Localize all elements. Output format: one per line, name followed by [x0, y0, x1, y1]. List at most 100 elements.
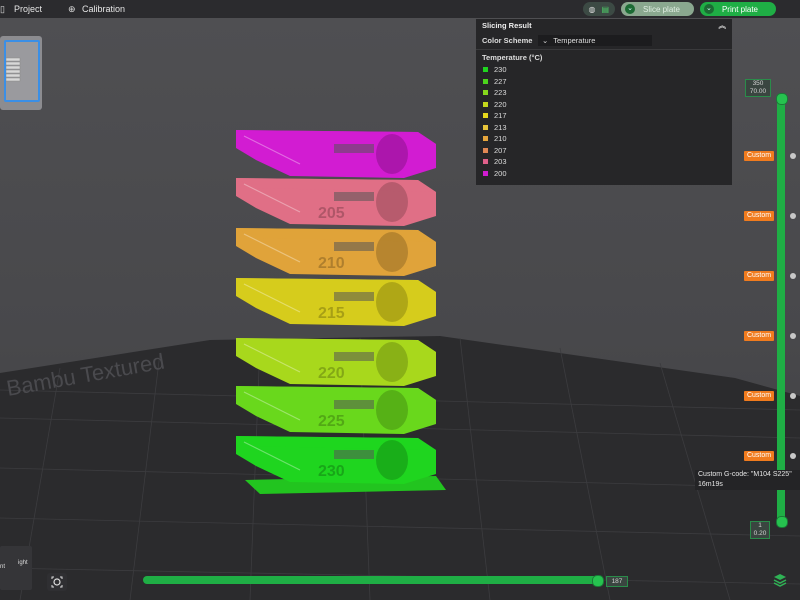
legend-swatch	[483, 101, 488, 107]
legend-label: 207	[494, 145, 507, 155]
layer-slider-bottom-handle[interactable]	[776, 516, 788, 528]
legend-swatch	[483, 124, 488, 130]
color-scheme-select[interactable]: ⌄ Temperature	[538, 34, 652, 46]
move-slider-value: 187	[606, 576, 628, 587]
layer-top-height: 70.00	[749, 88, 767, 95]
folder-icon: ▯	[0, 3, 5, 14]
legend-swatch	[483, 90, 488, 96]
layer-slider[interactable]	[777, 96, 785, 524]
tower-temp-label: 215	[318, 305, 345, 322]
tower-temp-label: 225	[318, 413, 345, 430]
legend-title: Temperature (°C)	[482, 53, 543, 62]
top-toolbar: ▯ Project ⊕ Calibration ◍ ▤ ⌄ Slice plat…	[0, 0, 800, 18]
custom-gcode-tick[interactable]	[790, 333, 796, 339]
layer-slider-top-handle[interactable]	[776, 93, 788, 105]
custom-gcode-tick[interactable]	[790, 453, 796, 459]
layer-bottom-readout: 1 0.20	[750, 521, 770, 539]
layer-bottom-number: 1	[758, 522, 762, 529]
custom-gcode-marker[interactable]: Custom	[744, 451, 774, 461]
layer-top-number: 350	[752, 80, 764, 87]
tower-block: 215	[236, 278, 436, 326]
custom-gcode-marker[interactable]: Custom	[744, 331, 774, 341]
legend-label: 223	[494, 88, 507, 98]
custom-gcode-tick[interactable]	[790, 213, 796, 219]
custom-gcode-marker[interactable]: Custom	[744, 211, 774, 221]
tower-block: 210	[236, 228, 436, 276]
calibration-icon: ⊕	[68, 3, 76, 14]
tooltip-time: 16m19s	[698, 480, 723, 488]
color-scheme-row: Color Scheme ⌄ Temperature	[476, 33, 732, 47]
legend-label: 230	[494, 65, 507, 75]
zoom-fit-button[interactable]	[47, 573, 67, 591]
legend-swatch	[483, 170, 488, 176]
layer-top-readout: 350 70.00	[745, 79, 771, 97]
legend-label: 227	[494, 76, 507, 86]
legend-item: 200	[476, 168, 732, 180]
custom-gcode-marker[interactable]: Custom	[744, 391, 774, 401]
layers-icon[interactable]	[772, 572, 788, 588]
color-scheme-label: Color Scheme	[482, 35, 533, 45]
menu-project-label: Project	[14, 4, 43, 14]
legend-item: 210	[476, 133, 732, 145]
panel-header[interactable]: Slicing Result ︽	[476, 19, 732, 33]
color-scheme-value: Temperature	[553, 35, 596, 45]
custom-gcode-tick[interactable]	[790, 393, 796, 399]
legend-item: 227	[476, 76, 732, 88]
tower-temp-label: 230	[318, 463, 345, 480]
model-thumbnail-icon	[5, 57, 21, 82]
view-toggle[interactable]: ◍ ▤	[582, 2, 616, 16]
plate-icon: ▤	[601, 4, 610, 14]
tower-temp-label: 220	[318, 365, 345, 382]
menu-calibration-label: Calibration	[82, 4, 126, 14]
tooltip-gcode: Custom G-code: "M104 S225"	[698, 471, 792, 478]
panel-title: Slicing Result	[482, 21, 532, 30]
legend-label: 217	[494, 111, 507, 121]
print-plate-button[interactable]: ⌄ Print plate	[699, 2, 776, 16]
tower-block	[236, 130, 436, 178]
legend-swatch	[483, 147, 488, 153]
legend-item: 220	[476, 99, 732, 111]
custom-gcode-marker[interactable]: Custom	[744, 271, 774, 281]
legend-swatch	[483, 159, 488, 165]
temperature-tower-model[interactable]: 230 225 220 215 210 205	[236, 130, 446, 494]
slicing-result-panel: Slicing Result ︽ Color Scheme ⌄ Temperat…	[476, 19, 732, 185]
panel-divider	[476, 49, 732, 50]
legend-item: 203	[476, 156, 732, 168]
plate-thumbnail-selected	[4, 40, 40, 102]
orientation-cube[interactable]: nt ight	[0, 546, 32, 590]
tower-block: 205	[236, 178, 436, 226]
legend-label: 200	[494, 168, 507, 178]
legend-swatch	[483, 113, 488, 119]
move-slider[interactable]	[143, 576, 599, 584]
move-slider-handle[interactable]	[592, 575, 604, 587]
slice-plate-button[interactable]: ⌄ Slice plate	[621, 2, 694, 16]
chevron-down-icon: ⌄	[625, 4, 636, 14]
legend-item: 217	[476, 110, 732, 122]
gcode-tooltip: Custom G-code: "M104 S225" 16m19s	[695, 470, 800, 490]
chevron-down-icon: ⌄	[703, 4, 714, 14]
custom-gcode-tick[interactable]	[790, 273, 796, 279]
preview-icon: ◍	[588, 4, 596, 14]
custom-gcode-tick[interactable]	[790, 153, 796, 159]
legend-item: 223	[476, 87, 732, 99]
legend-item: 207	[476, 145, 732, 157]
menu-project[interactable]: ▯ Project	[0, 4, 42, 14]
legend-label: 220	[494, 99, 507, 109]
orient-face-right: ight	[18, 560, 28, 566]
menu-calibration[interactable]: ⊕ Calibration	[68, 4, 125, 14]
custom-gcode-marker[interactable]: Custom	[744, 151, 774, 161]
layer-bottom-height: 0.20	[753, 530, 767, 537]
orient-face-front: nt	[0, 564, 6, 570]
legend-item: 213	[476, 122, 732, 134]
legend-label: 210	[494, 134, 507, 144]
legend-item: 230	[476, 64, 732, 76]
tower-temp-label: 205	[318, 205, 345, 222]
plate-thumbnail[interactable]	[0, 36, 42, 110]
slice-plate-label: Slice plate	[643, 4, 680, 14]
legend-label: 203	[494, 157, 507, 167]
legend-label: 213	[494, 122, 507, 132]
legend-swatch	[483, 78, 488, 84]
collapse-icon[interactable]: ︽	[719, 19, 727, 33]
zoom-fit-icon	[51, 576, 63, 588]
legend-swatch	[483, 136, 488, 142]
